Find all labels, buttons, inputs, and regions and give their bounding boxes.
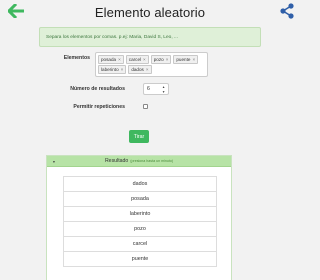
- result-item: laberinto: [63, 206, 217, 222]
- tag-remove-icon[interactable]: ×: [118, 57, 121, 62]
- count-value: 6: [147, 86, 150, 92]
- collapse-toggle-icon[interactable]: ▾: [53, 159, 55, 164]
- result-item: pozo: [63, 221, 217, 237]
- count-spinner: ▲ ▼: [162, 85, 167, 94]
- spin-up-icon[interactable]: ▲: [162, 85, 167, 89]
- repeat-label: Permitir repeticiones: [73, 104, 125, 110]
- result-hint: (presiona hasta un minuto): [130, 159, 174, 163]
- tag-item: laberinto ×: [98, 65, 127, 74]
- header: Elemento aleatorio: [0, 0, 300, 24]
- result-title: Resultado: [104, 158, 129, 164]
- result-item: carcel: [63, 236, 217, 252]
- tag-list: posada × carcel × pozo × puente × laberinto ×…: [98, 55, 205, 74]
- tag-remove-icon[interactable]: ×: [166, 57, 169, 62]
- tag-item: dados ×: [128, 65, 152, 74]
- hint-text: Separa los elementos por comas. p.ej: Ma…: [46, 34, 178, 40]
- tag-item: posada ×: [98, 55, 124, 64]
- result-count-input[interactable]: 6 ▲ ▼: [143, 83, 169, 95]
- tag-item: puente ×: [173, 55, 199, 64]
- tag-label: pozo: [153, 56, 164, 62]
- hint-box: Separa los elementos por comas. p.ej: Ma…: [39, 27, 261, 47]
- tag-item: carcel ×: [125, 55, 149, 64]
- result-panel: ▾ Resultado (presiona hasta un minuto) d…: [46, 155, 232, 280]
- result-header[interactable]: ▾ Resultado (presiona hasta un minuto): [47, 156, 231, 167]
- result-item: posada: [63, 191, 217, 207]
- arrow-left-icon[interactable]: [8, 4, 24, 18]
- elements-label: Elementos: [63, 55, 90, 61]
- tag-label: posada: [101, 56, 117, 62]
- result-item: puente: [63, 251, 217, 267]
- result-list: dados posada laberinto pozo carcel puent…: [63, 176, 217, 267]
- tag-remove-icon[interactable]: ×: [192, 57, 195, 62]
- tag-label: puente: [176, 56, 191, 62]
- elements-tag-input[interactable]: posada × carcel × pozo × puente × laberinto ×…: [95, 52, 208, 77]
- page-title: Elemento aleatorio: [94, 5, 206, 20]
- tag-label: dados: [131, 66, 144, 72]
- share-icon[interactable]: [280, 3, 294, 19]
- count-label: Número de resultados: [70, 86, 125, 92]
- result-item: dados: [63, 176, 217, 192]
- tag-remove-icon[interactable]: ×: [143, 57, 146, 62]
- tag-label: carcel: [128, 56, 142, 62]
- tag-item: pozo ×: [150, 55, 172, 64]
- tag-label: laberinto: [101, 66, 119, 72]
- tag-remove-icon[interactable]: ×: [121, 67, 124, 72]
- roll-button[interactable]: Tirar: [129, 130, 149, 143]
- allow-repeat-checkbox[interactable]: [143, 104, 148, 109]
- spin-down-icon[interactable]: ▼: [162, 90, 167, 94]
- tag-remove-icon[interactable]: ×: [146, 67, 149, 72]
